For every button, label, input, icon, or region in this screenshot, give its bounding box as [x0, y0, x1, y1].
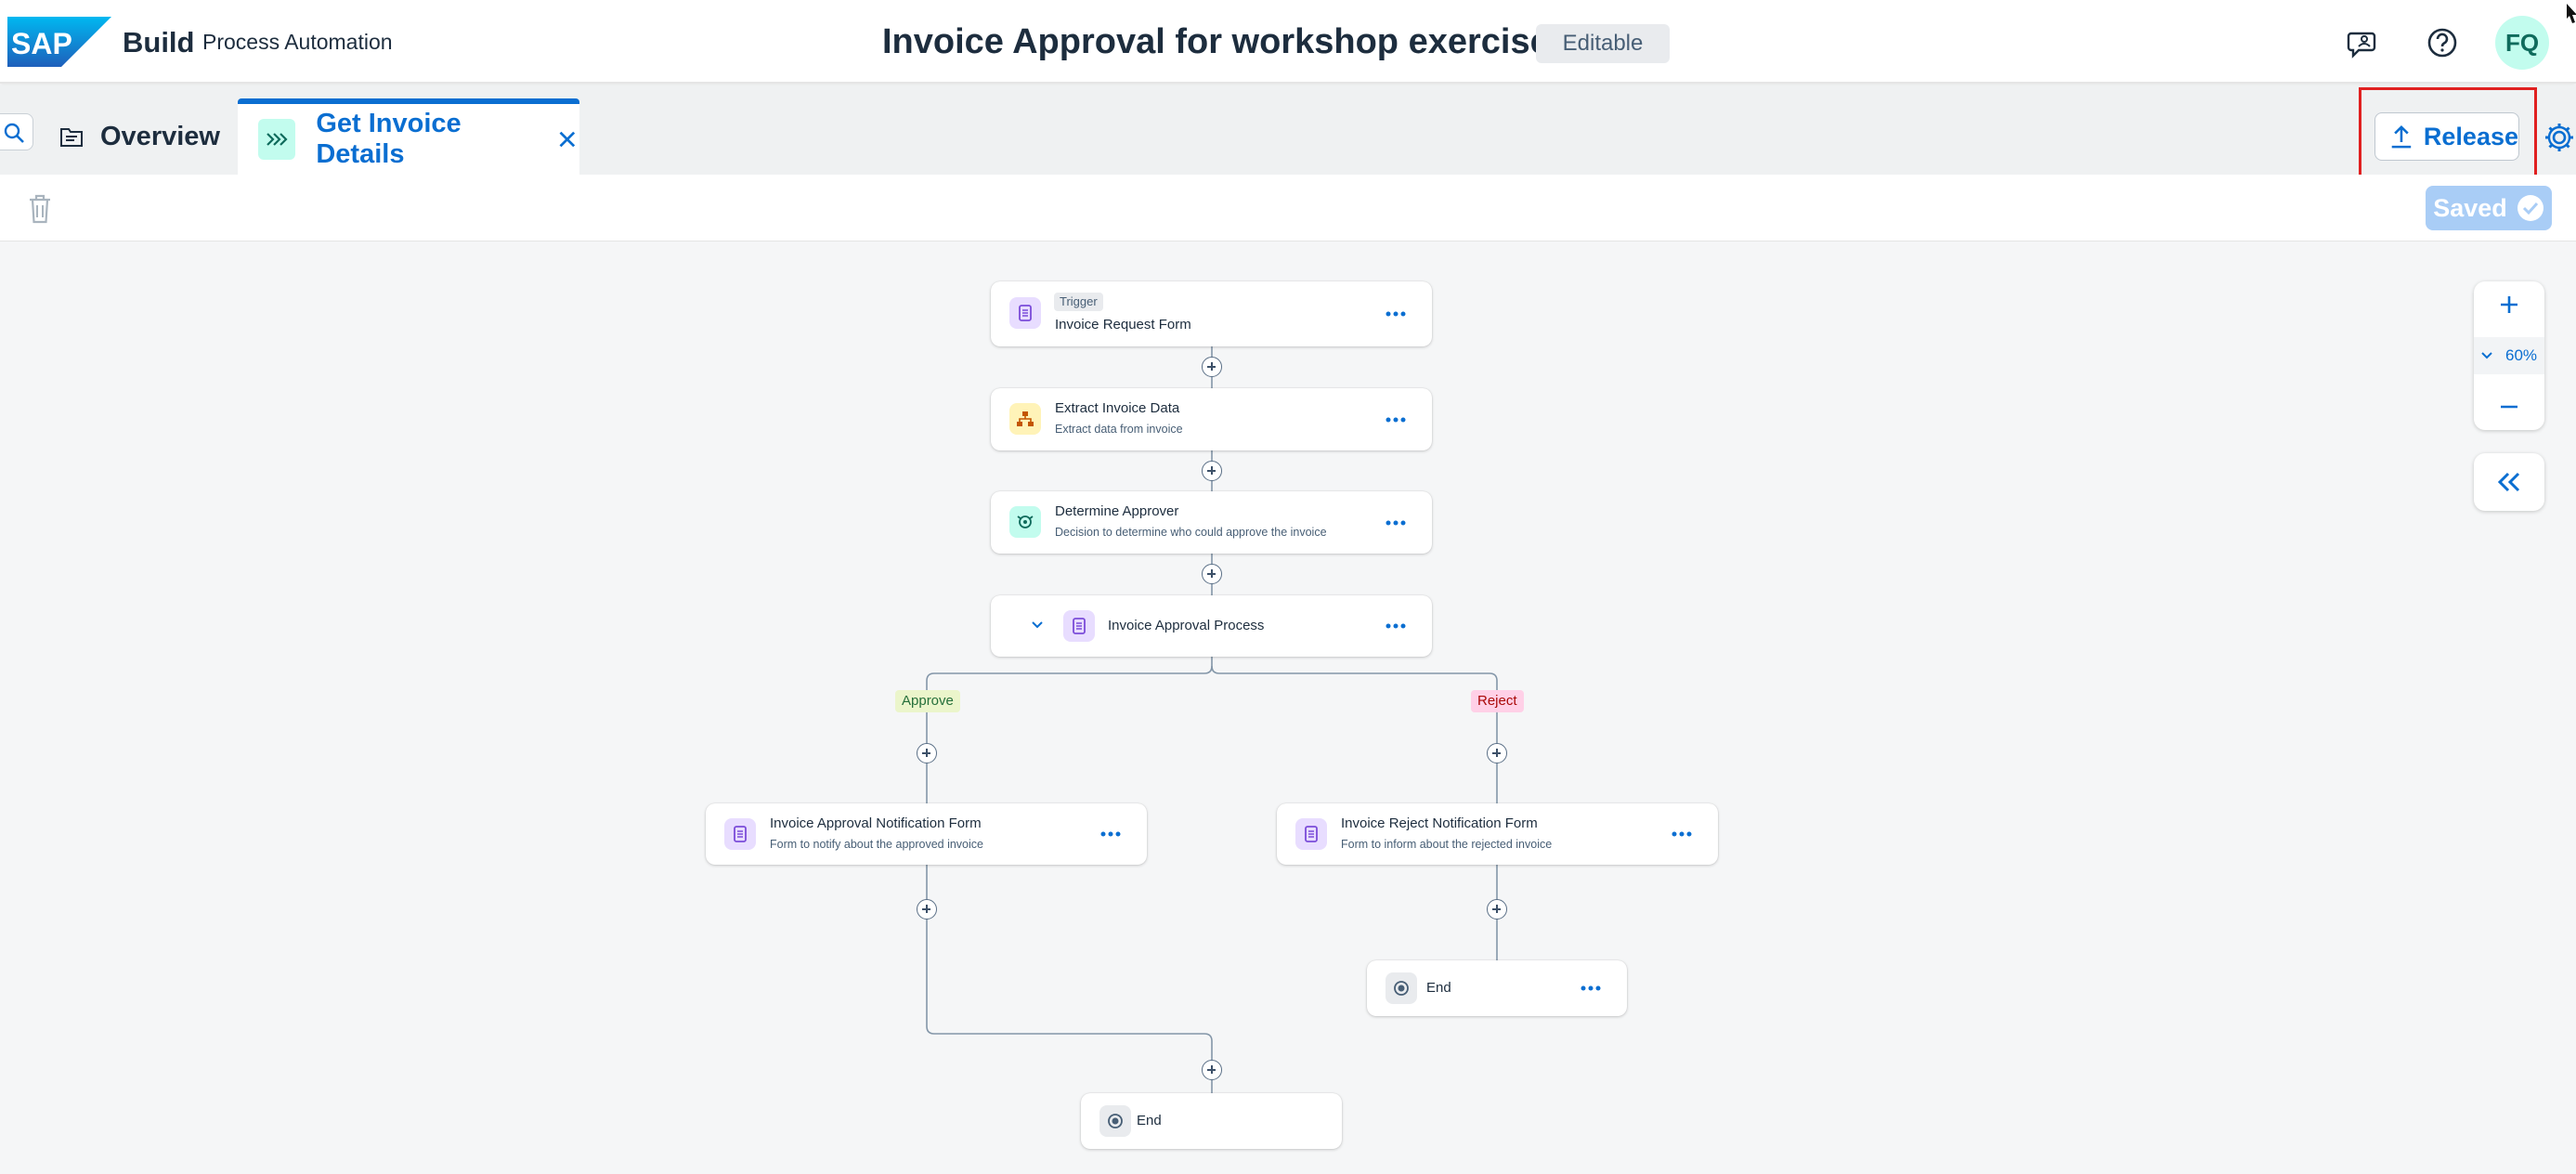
process-canvas[interactable]: Trigger Invoice Request Form Extract Inv… [0, 242, 2576, 1174]
chevron-down-icon[interactable] [1031, 620, 1044, 630]
form-icon [1063, 610, 1095, 642]
add-step-button[interactable] [1202, 1060, 1222, 1080]
extract-subtitle: Extract data from invoice [1055, 423, 1183, 436]
shell-bar: SAP Build Process Automation Invoice App… [0, 0, 2576, 84]
add-step-button[interactable] [1202, 564, 1222, 584]
branch-label-approve: Approve [895, 690, 960, 712]
tab-overview[interactable]: Overview [59, 98, 220, 175]
chevron-down-icon [2481, 352, 2492, 359]
end-icon [1386, 972, 1417, 1004]
trigger-node[interactable]: Trigger Invoice Request Form [991, 281, 1432, 346]
search-button[interactable] [0, 113, 33, 150]
release-button[interactable]: Release [2374, 112, 2519, 161]
extract-invoice-node[interactable]: Extract Invoice Data Extract data from i… [991, 388, 1432, 450]
search-icon [4, 123, 24, 143]
double-chevron-left-icon [2497, 472, 2520, 492]
release-label: Release [2423, 122, 2518, 150]
add-step-button[interactable] [1487, 743, 1507, 763]
reject-form-title: Invoice Reject Notification Form [1341, 815, 1538, 831]
approve-form-subtitle: Form to notify about the approved invoic… [770, 838, 983, 851]
decision-icon [1009, 506, 1041, 538]
reject-notification-node[interactable]: Invoice Reject Notification Form Form to… [1277, 803, 1718, 865]
product-subtitle: Process Automation [202, 30, 393, 54]
zoom-level-select[interactable]: 60% [2474, 337, 2544, 374]
end-node-main[interactable]: End [1081, 1093, 1342, 1149]
add-step-button[interactable] [917, 899, 937, 920]
more-options-icon[interactable] [1581, 985, 1601, 991]
automation-icon [1009, 403, 1041, 435]
zoom-in-icon[interactable] [2499, 294, 2519, 315]
more-options-icon[interactable] [1386, 417, 1406, 423]
upload-icon [2391, 124, 2412, 149]
tab-get-invoice-details-label: Get Invoice Details [316, 109, 462, 169]
add-step-button[interactable] [1202, 461, 1222, 481]
saved-button[interactable]: Saved [2426, 186, 2552, 230]
form-icon [1295, 818, 1327, 850]
saved-label: Saved [2433, 193, 2507, 222]
more-options-icon[interactable] [1100, 831, 1121, 837]
feedback-icon[interactable] [2344, 24, 2381, 61]
trash-icon[interactable] [26, 193, 54, 225]
help-icon[interactable] [2424, 24, 2461, 61]
approve-form-title: Invoice Approval Notification Form [770, 815, 982, 831]
end-node-reject[interactable]: End [1367, 960, 1627, 1016]
zoom-control: 60% [2474, 281, 2544, 430]
checkmark-icon [2517, 195, 2543, 221]
tab-overview-label: Overview [100, 121, 220, 151]
collapse-panel-button[interactable] [2474, 453, 2544, 511]
gear-icon[interactable] [2543, 121, 2576, 154]
process-icon [258, 119, 296, 160]
end-main-title: End [1137, 1113, 1162, 1128]
reject-form-subtitle: Form to inform about the rejected invoic… [1341, 838, 1553, 851]
sap-logo[interactable]: SAP [7, 17, 111, 67]
trigger-badge: Trigger [1054, 293, 1103, 311]
product-name: Build [123, 26, 195, 59]
more-options-icon[interactable] [1672, 831, 1692, 837]
zoom-level: 60% [2504, 346, 2538, 364]
end-icon [1099, 1105, 1131, 1137]
connector-lines [926, 346, 1498, 1093]
approval-process-title: Invoice Approval Process [1108, 618, 1265, 633]
folder-icon [60, 128, 83, 147]
approval-process-node[interactable]: Invoice Approval Process [991, 595, 1432, 657]
add-step-button[interactable] [1202, 357, 1222, 377]
approve-notification-node[interactable]: Invoice Approval Notification Form Form … [706, 803, 1147, 865]
svg-text:SAP: SAP [11, 27, 72, 60]
branch-label-reject: Reject [1471, 690, 1524, 712]
determine-approver-node[interactable]: Determine Approver Decision to determine… [991, 491, 1432, 554]
mouse-cursor-icon [2567, 4, 2576, 23]
trigger-title: Invoice Request Form [1055, 317, 1191, 333]
extract-title: Extract Invoice Data [1055, 400, 1180, 416]
add-step-button[interactable] [917, 743, 937, 763]
zoom-out-icon[interactable] [2499, 397, 2519, 417]
close-icon[interactable] [555, 126, 579, 152]
end-reject-title: End [1426, 980, 1451, 996]
tab-get-invoice-details[interactable]: Get Invoice Details [238, 98, 579, 175]
form-icon [1009, 297, 1041, 329]
determine-title: Determine Approver [1055, 503, 1179, 519]
tab-bar: Overview Get Invoice Details [0, 85, 2576, 175]
editor-toolbar: Saved [0, 175, 2576, 241]
form-icon [724, 818, 756, 850]
more-options-icon[interactable] [1386, 623, 1406, 629]
status-badge: Editable [1536, 24, 1670, 63]
avatar[interactable]: FQ [2495, 16, 2549, 70]
determine-subtitle: Decision to determine who could approve … [1055, 526, 1327, 539]
more-options-icon[interactable] [1386, 520, 1406, 526]
more-options-icon[interactable] [1386, 311, 1406, 317]
add-step-button[interactable] [1487, 899, 1507, 920]
page-title: Invoice Approval for workshop exercise [882, 22, 1550, 61]
